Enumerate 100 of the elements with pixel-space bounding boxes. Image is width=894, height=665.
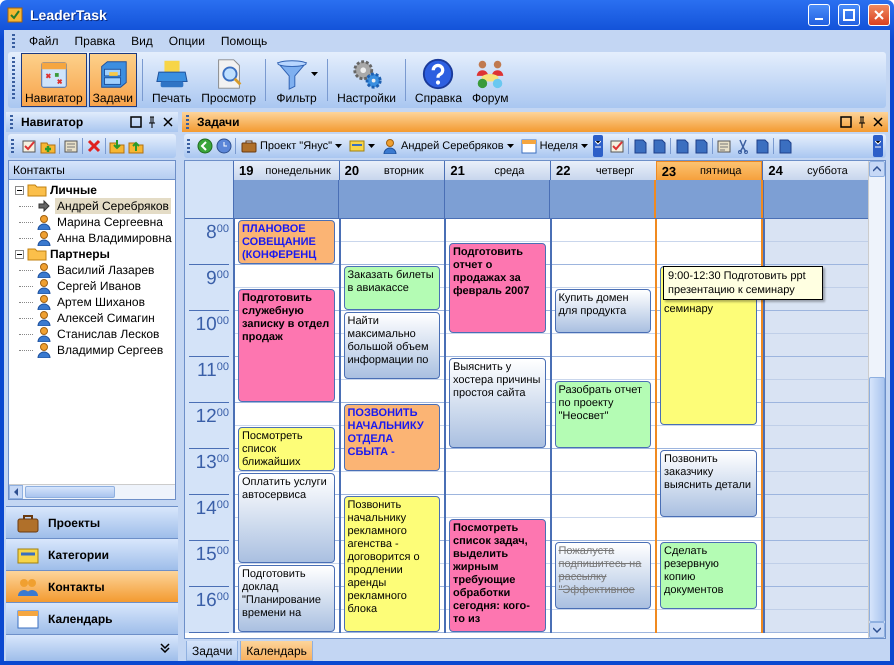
nav-section-button[interactable]: Контакты [6, 570, 178, 602]
all-day-cell[interactable] [338, 180, 444, 218]
collapse-icon[interactable] [15, 186, 24, 194]
toolbar-button[interactable]: Задачи [88, 53, 137, 107]
all-day-cell[interactable] [762, 180, 868, 218]
nav-section-button[interactable]: Категории [6, 538, 178, 570]
back-icon[interactable] [197, 138, 213, 154]
menu-item[interactable]: Опции [162, 32, 211, 50]
tree-item[interactable]: Сергей Иванов [55, 278, 144, 294]
all-day-cell[interactable] [444, 180, 549, 218]
calendar-event[interactable]: Заказать билеты в авиакассе [344, 266, 440, 310]
day-number: 19 [239, 163, 254, 178]
tree-item[interactable]: Алексей Симагин [55, 310, 157, 326]
maximize-button[interactable] [838, 4, 860, 26]
all-day-cell[interactable] [233, 180, 338, 218]
hour-label: 16 [196, 591, 217, 613]
tree-item[interactable]: Владимир Сергеев [55, 342, 166, 358]
scroll-up-icon[interactable] [869, 161, 885, 177]
calendar-event[interactable]: ПЛАНОВОЕ СОВЕЩАНИЕ (КОНФЕРЕНЦ [238, 220, 334, 264]
nav-section-button[interactable]: Календарь [6, 602, 178, 634]
float-window-icon[interactable] [840, 116, 852, 128]
paste-icon[interactable] [754, 138, 770, 154]
scroll-thumb[interactable] [25, 486, 115, 498]
all-day-cell[interactable] [548, 180, 654, 218]
document-icon[interactable] [692, 138, 709, 154]
calendar-event[interactable]: Позвонить заказчику выяснить детали [660, 450, 756, 517]
document-icon[interactable] [650, 138, 667, 154]
calendar-event[interactable]: Сделать резервную копию документов [660, 542, 756, 609]
calendar-event[interactable]: Разобрать отчет по проекту "Неосвет" [554, 381, 651, 448]
chevron-icon[interactable] [160, 643, 170, 653]
scroll-left-icon[interactable] [9, 485, 23, 499]
calendar-event[interactable]: ПОЗВОНИТЬ НАЧАЛЬНИКУ ОТДЕЛА СБЫТА - [344, 404, 440, 471]
calendar-event[interactable]: Подготовить служебную записку в отдел продаж [238, 289, 334, 402]
scroll-thumb[interactable] [869, 377, 885, 622]
tab[interactable]: Календарь [240, 641, 313, 661]
close-button[interactable] [868, 4, 890, 26]
day-header[interactable]: 24 суббота [762, 161, 868, 180]
person-icon [36, 278, 52, 294]
document-icon[interactable] [632, 138, 648, 154]
clock-icon[interactable] [216, 138, 232, 154]
tree-item[interactable]: Василий Лазарев [55, 262, 156, 278]
toolbar-button[interactable]: Просмотр [197, 53, 260, 107]
toolbar-button[interactable]: Справка [410, 53, 466, 107]
toolbar-button[interactable]: Настройки [333, 53, 400, 107]
calendar-event[interactable]: Найти максимально большой объем информации по [344, 312, 440, 379]
tree-item[interactable]: Станислав Лесков [55, 326, 162, 342]
close-icon[interactable] [162, 116, 174, 128]
close-icon [873, 9, 885, 21]
notebook-icon[interactable] [63, 138, 79, 154]
tree-item[interactable]: Артем Шиханов [55, 294, 147, 310]
briefcase-icon [241, 138, 257, 154]
calendar-event[interactable]: Купить домен для продукта [554, 289, 651, 333]
toolbar-button[interactable]: Форум [468, 53, 512, 107]
calendar-event[interactable]: Подготовить доклад "Планирование времени на [238, 565, 334, 632]
toolbar-button[interactable]: Навигатор [21, 53, 87, 107]
menu-item[interactable]: Помощь [214, 32, 274, 50]
calendar-event[interactable]: Оплатить услуги автосервиса [238, 473, 334, 563]
menu-item[interactable]: Правка [68, 32, 122, 50]
calendar-event[interactable]: Выяснить у хостера причины простоя сайта [449, 358, 546, 448]
calendar-event[interactable]: Посмотреть список задач, выделить жирным требующие обработки сегодня: кого-то из [449, 519, 546, 632]
close-icon[interactable] [872, 116, 884, 128]
calendar-event[interactable]: Посмотреть список ближайших [238, 427, 334, 471]
scroll-down-icon[interactable] [869, 622, 885, 638]
document-icon[interactable] [776, 138, 793, 154]
overflow-button[interactable] [873, 135, 883, 157]
clipboard-check-icon[interactable] [608, 138, 625, 154]
calendar-event[interactable]: Пожалуста подпишитесь на рассылку "Эффективное [554, 542, 651, 609]
day-header[interactable]: 20 вторник [338, 161, 444, 180]
tree-group[interactable]: Партнеры [50, 247, 110, 261]
pin-icon[interactable] [856, 116, 868, 128]
tree-item[interactable]: Андрей Серебряков [55, 198, 171, 214]
nav-section-button[interactable]: Проекты [6, 506, 178, 538]
tree-group[interactable]: Личные [50, 183, 97, 197]
day-header[interactable]: 21 среда [444, 161, 550, 180]
note-check-icon[interactable] [21, 138, 37, 154]
tree-item[interactable]: Анна Владимировна [55, 230, 174, 246]
menu-item[interactable]: Вид [125, 32, 159, 50]
delete-icon[interactable] [86, 138, 102, 154]
toolbar-button[interactable]: Фильтр [271, 53, 322, 107]
all-day-cell[interactable] [654, 180, 763, 218]
copy-icon[interactable] [716, 138, 732, 154]
overflow-button[interactable] [592, 135, 603, 157]
menu-item[interactable]: Файл [23, 32, 65, 50]
tab[interactable]: Задачи [186, 641, 238, 661]
filter-dropdown[interactable]: Проект "Янус" [239, 137, 344, 155]
day-header[interactable]: 23 пятница [656, 161, 762, 180]
filter-dropdown[interactable]: Неделя [518, 137, 590, 155]
float-window-icon[interactable] [130, 116, 142, 128]
folder-down-icon[interactable] [109, 138, 125, 154]
calendar-event[interactable]: Позвонить начальнику рекламного агенства - договорится о продлении аренды рекламного блока [344, 496, 440, 632]
day-header[interactable]: 19 понедельник [233, 161, 339, 180]
pin-icon[interactable] [146, 116, 158, 128]
toolbar-button[interactable]: Печать [148, 53, 196, 107]
filter-dropdown[interactable]: Андрей Серебряков [380, 137, 516, 155]
day-header[interactable]: 22 четверг [550, 161, 656, 180]
document-icon[interactable] [674, 138, 690, 154]
calendar-event[interactable]: Подготовить отчет о продажах за февраль 2007 [449, 243, 546, 333]
collapse-icon[interactable] [15, 250, 24, 258]
minimize-button[interactable] [808, 4, 830, 26]
tree-item[interactable]: Марина Сергеевна [55, 214, 165, 230]
